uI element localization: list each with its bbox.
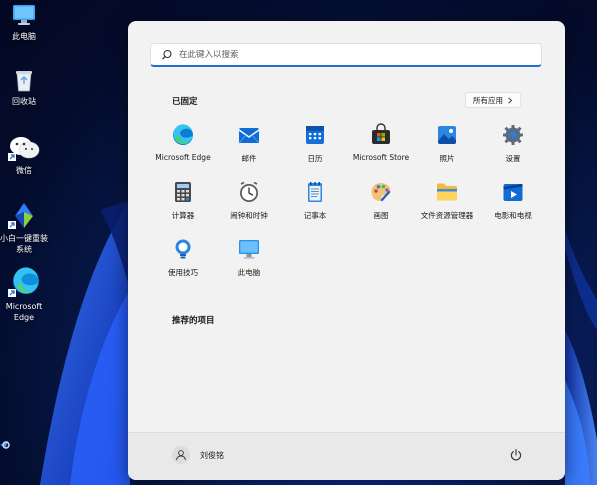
recycle-bin-icon <box>16 71 32 92</box>
pinned-app-tips[interactable]: 使用技巧 <box>150 235 216 292</box>
start-menu: 已固定 所有应用 Microsoft Edge <box>128 21 565 480</box>
search-input[interactable] <box>179 49 519 60</box>
app-label: 闹钟和时钟 <box>230 211 268 220</box>
photos-icon <box>438 126 456 144</box>
pinned-app-movies-tv[interactable]: 电影和电视 <box>480 178 546 235</box>
app-label: Microsoft Store <box>352 153 410 162</box>
power-icon[interactable] <box>509 448 523 462</box>
store-icon <box>372 123 390 144</box>
edge-icon <box>173 124 193 145</box>
pinned-app-mail[interactable]: 邮件 <box>216 121 282 178</box>
movies-tv-icon <box>503 184 523 201</box>
desktop-icon-label: 微信 <box>16 166 32 175</box>
start-menu-footer: 刘俊铭 <box>128 432 565 480</box>
desktop-icon-xiaobai[interactable]: 小白一键重装系统 <box>0 200 48 255</box>
app-label: 电影和电视 <box>494 211 532 220</box>
pinned-app-this-pc[interactable]: 此电脑 <box>216 235 282 292</box>
xiaobai-installer-icon <box>8 203 33 229</box>
settings-icon <box>503 125 523 145</box>
user-name: 刘俊铭 <box>200 450 224 460</box>
calendar-icon <box>306 126 324 144</box>
all-apps-button[interactable]: 所有应用 <box>465 92 521 108</box>
pinned-app-calculator[interactable]: 计算器 <box>150 178 216 235</box>
pinned-app-store[interactable]: Microsoft Store <box>348 121 414 178</box>
file-explorer-icon <box>437 183 457 201</box>
all-apps-label: 所有应用 <box>473 95 503 105</box>
desktop: 此电脑 回收站 微信 小白一键重装系统 Microsoft Edge 在此键入以… <box>0 0 597 485</box>
pinned-app-calendar[interactable]: 日历 <box>282 121 348 178</box>
app-label: 记事本 <box>303 211 327 220</box>
notepad-icon <box>308 182 322 202</box>
pinned-app-photos[interactable]: 照片 <box>414 121 480 178</box>
app-label: 照片 <box>439 154 455 163</box>
search-icon <box>162 49 172 60</box>
desktop-icon-recycle-bin[interactable]: 回收站 <box>0 67 48 107</box>
pinned-app-file-explorer[interactable]: 文件资源管理器 <box>414 178 480 235</box>
desktop-icon-label: 小白一键重装系统 <box>0 234 48 254</box>
pinned-app-settings[interactable]: 设置 <box>480 121 546 178</box>
recommended-section-title: 推荐的项目 <box>172 316 215 326</box>
tips-icon <box>175 239 191 259</box>
user-account-button[interactable]: 刘俊铭 <box>172 446 224 464</box>
pinned-app-paint[interactable]: 画图 <box>348 178 414 235</box>
avatar <box>172 446 190 464</box>
computer-icon <box>13 5 35 25</box>
app-label: 邮件 <box>241 154 257 163</box>
edge-icon <box>8 267 39 297</box>
app-label: 设置 <box>505 154 521 163</box>
app-label: 日历 <box>307 154 323 163</box>
wechat-icon <box>8 137 40 161</box>
clock-icon <box>240 181 258 202</box>
app-label: 此电脑 <box>237 268 261 277</box>
paint-icon <box>371 183 391 202</box>
app-label: 文件资源管理器 <box>420 211 474 220</box>
user-icon <box>176 450 186 461</box>
desktop-icon-label: Microsoft Edge <box>5 302 43 322</box>
chevron-right-icon <box>508 96 513 104</box>
app-label: 画图 <box>373 211 389 220</box>
desktop-icon-this-pc[interactable]: 此电脑 <box>0 2 48 42</box>
desktop-icon-wechat[interactable]: 微信 <box>0 134 48 176</box>
app-label: Microsoft Edge <box>155 153 211 162</box>
mail-icon <box>238 128 260 144</box>
calculator-icon <box>175 182 191 202</box>
pinned-app-clock[interactable]: 闹钟和时钟 <box>216 178 282 235</box>
desktop-icon-edge[interactable]: Microsoft Edge <box>0 266 48 323</box>
pinned-apps-grid: Microsoft Edge 邮件 日历 Microsoft Store 照片 … <box>150 121 546 292</box>
pinned-section-title: 已固定 <box>172 97 198 107</box>
desktop-icon-label: 此电脑 <box>12 32 36 41</box>
computer-icon <box>239 240 259 259</box>
desktop-icon-label: 回收站 <box>12 97 36 106</box>
app-label: 使用技巧 <box>168 268 198 277</box>
app-label: 计算器 <box>171 211 195 220</box>
pinned-app-notepad[interactable]: 记事本 <box>282 178 348 235</box>
pinned-app-edge[interactable]: Microsoft Edge <box>150 121 216 178</box>
search-box[interactable] <box>150 43 542 67</box>
